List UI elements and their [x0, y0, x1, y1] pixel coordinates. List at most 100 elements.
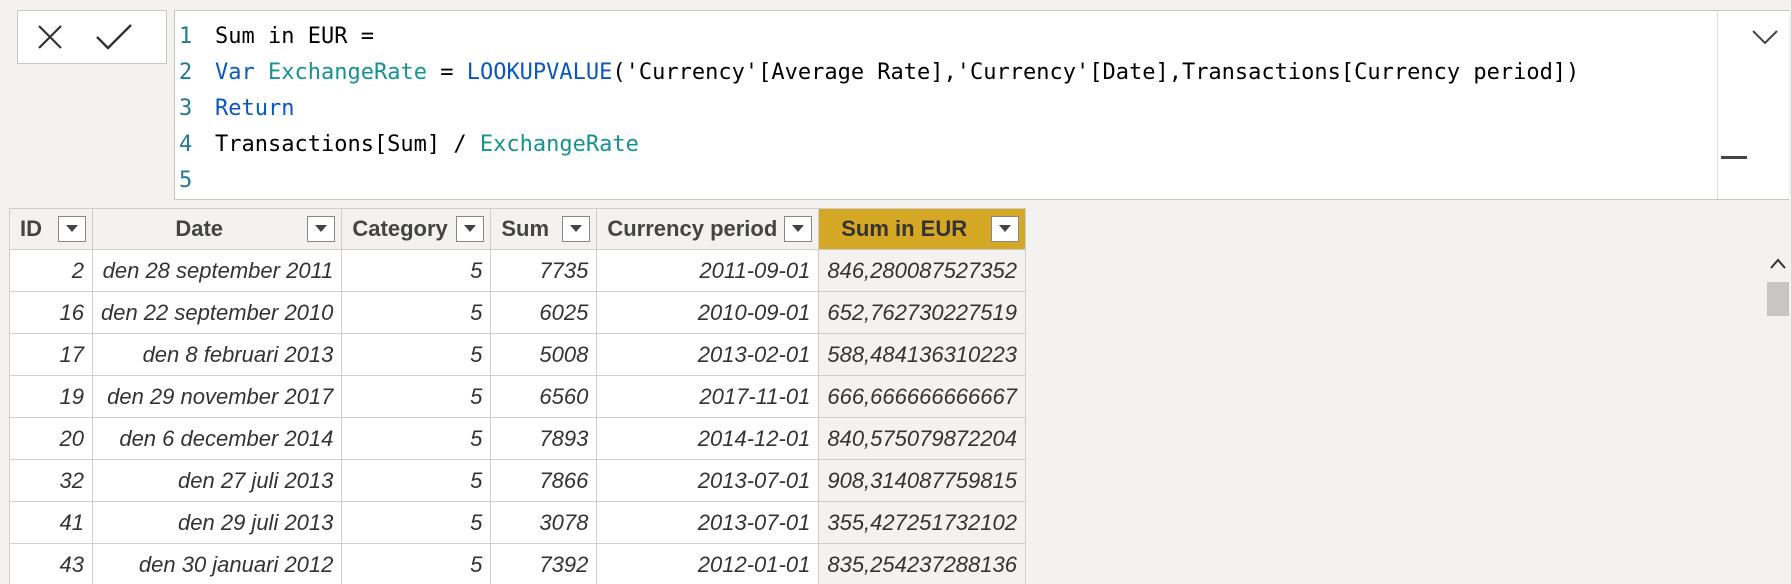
table-cell[interactable]: 7893: [490, 417, 598, 460]
cancel-button[interactable]: [18, 11, 82, 63]
code-line[interactable]: 1 Sum in EUR =: [175, 19, 1579, 55]
scroll-up-button[interactable]: [1769, 256, 1787, 272]
table-cell[interactable]: 5: [341, 291, 492, 334]
code-line[interactable]: 2 Var ExchangeRate = LOOKUPVALUE('Currenc…: [175, 55, 1579, 91]
table-cell[interactable]: den 28 september 2011: [91, 249, 343, 292]
column-header[interactable]: Date: [91, 208, 343, 250]
vertical-scrollbar[interactable]: [1765, 250, 1791, 584]
table-cell[interactable]: den 29 juli 2013: [91, 501, 343, 544]
line-number: 1: [179, 24, 193, 49]
column-header-label: Category: [352, 216, 448, 241]
code-token: Var: [215, 60, 255, 85]
table-cell[interactable]: 7866: [490, 459, 598, 502]
table-row[interactable]: 16 den 22 september 2010 5 6025 2010-09-01 65…: [9, 291, 1026, 334]
table-cell[interactable]: 43: [9, 543, 93, 584]
filter-dropdown-button[interactable]: [456, 216, 485, 242]
table-cell[interactable]: 5: [341, 249, 492, 292]
code-text: Sum in EUR =: [215, 19, 374, 55]
table-cell[interactable]: 2017-11-01: [596, 375, 820, 418]
filter-dropdown-button[interactable]: [307, 216, 336, 242]
table-cell[interactable]: 355,427251732102: [818, 501, 1026, 544]
column-header-label: ID: [20, 216, 42, 241]
table-cell[interactable]: 5008: [490, 333, 598, 376]
editor-scroll-indicator[interactable]: [1721, 156, 1747, 159]
table-cell[interactable]: 846,280087527352: [818, 249, 1026, 292]
check-icon: [96, 24, 132, 50]
table-cell[interactable]: 16: [9, 291, 93, 334]
code-line[interactable]: 3 Return: [175, 91, 1579, 127]
dropdown-arrow-icon: [464, 225, 477, 232]
dropdown-arrow-icon: [65, 225, 78, 232]
table-cell[interactable]: 5: [341, 501, 492, 544]
table-cell[interactable]: 588,484136310223: [818, 333, 1026, 376]
table-cell[interactable]: 17: [9, 333, 93, 376]
commit-button[interactable]: [82, 11, 146, 63]
code-line[interactable]: 5: [175, 163, 1579, 199]
table-cell[interactable]: 6560: [490, 375, 598, 418]
filter-dropdown-button[interactable]: [991, 216, 1019, 242]
table-cell[interactable]: den 30 januari 2012: [91, 543, 343, 584]
table-cell[interactable]: 2010-09-01: [596, 291, 820, 334]
code-lines: 1 Sum in EUR = 2 Var ExchangeRate = LOOKUPV…: [175, 19, 1579, 199]
table-cell[interactable]: 840,575079872204: [818, 417, 1026, 460]
table-cell[interactable]: 666,666666666667: [818, 375, 1026, 418]
table-cell[interactable]: 5: [341, 375, 492, 418]
table-cell[interactable]: 5: [341, 459, 492, 502]
table-cell[interactable]: den 29 november 2017: [91, 375, 343, 418]
table-cell[interactable]: 20: [9, 417, 93, 460]
table-cell[interactable]: 5: [341, 543, 492, 584]
table-cell[interactable]: den 27 juli 2013: [91, 459, 343, 502]
filter-dropdown-button[interactable]: [784, 216, 813, 242]
table-cell[interactable]: 32: [9, 459, 93, 502]
table-body: 2 den 28 september 2011 5 7735 2011-09-01 846…: [9, 249, 1026, 584]
table-cell[interactable]: den 6 december 2014: [91, 417, 343, 460]
table-row[interactable]: 32 den 27 juli 2013 5 7866 2013-07-01 908,314…: [9, 459, 1026, 502]
column-header[interactable]: Category: [341, 208, 492, 250]
column-header[interactable]: Currency period: [596, 208, 820, 250]
dropdown-arrow-icon: [570, 225, 583, 232]
table-row[interactable]: 2 den 28 september 2011 5 7735 2011-09-01 846…: [9, 249, 1026, 292]
scroll-thumb[interactable]: [1767, 282, 1789, 316]
table-cell[interactable]: 2013-02-01: [596, 333, 820, 376]
code-token: ('Currency'[Average Rate],'Currency'[Dat…: [612, 60, 1580, 85]
formula-commit-controls: [17, 10, 167, 64]
dax-formula-editor[interactable]: 1 Sum in EUR = 2 Var ExchangeRate = LOOKUPV…: [174, 10, 1789, 200]
line-number: 5: [179, 168, 193, 193]
code-line[interactable]: 4 Transactions[Sum] / ExchangeRate: [175, 127, 1579, 163]
table-row[interactable]: 20 den 6 december 2014 5 7893 2014-12-01 840,…: [9, 417, 1026, 460]
column-header[interactable]: Sum: [490, 208, 598, 250]
code-token: Sum in EUR =: [215, 24, 374, 49]
table-row[interactable]: 41 den 29 juli 2013 5 3078 2013-07-01 355,427…: [9, 501, 1026, 544]
table-cell[interactable]: den 22 september 2010: [91, 291, 343, 334]
column-header[interactable]: ID: [9, 208, 93, 250]
table-cell[interactable]: den 8 februari 2013: [91, 333, 343, 376]
table-cell[interactable]: 7735: [490, 249, 598, 292]
filter-dropdown-button[interactable]: [562, 216, 591, 242]
table-cell[interactable]: 2011-09-01: [596, 249, 820, 292]
filter-dropdown-button[interactable]: [57, 216, 86, 242]
table-cell[interactable]: 5: [341, 333, 492, 376]
column-header[interactable]: Sum in EUR: [818, 208, 1026, 250]
code-token: ExchangeRate: [268, 60, 427, 85]
table-cell[interactable]: 41: [9, 501, 93, 544]
table-row[interactable]: 19 den 29 november 2017 5 6560 2017-11-01 666…: [9, 375, 1026, 418]
table-cell[interactable]: 2012-01-01: [596, 543, 820, 584]
code-token: Transactions[Sum] /: [215, 132, 480, 157]
table-cell[interactable]: 19: [9, 375, 93, 418]
table-cell[interactable]: 652,762730227519: [818, 291, 1026, 334]
table-cell[interactable]: 3078: [490, 501, 598, 544]
table-cell[interactable]: 2014-12-01: [596, 417, 820, 460]
table-cell[interactable]: 5: [341, 417, 492, 460]
table-cell[interactable]: 2013-07-01: [596, 459, 820, 502]
table-row[interactable]: 17 den 8 februari 2013 5 5008 2013-02-01 588,…: [9, 333, 1026, 376]
table-row[interactable]: 43 den 30 januari 2012 5 7392 2012-01-01 835,…: [9, 543, 1026, 584]
table-cell[interactable]: 6025: [490, 291, 598, 334]
table-cell[interactable]: 2013-07-01: [596, 501, 820, 544]
table-cell[interactable]: 908,314087759815: [818, 459, 1026, 502]
table-cell[interactable]: 835,254237288136: [818, 543, 1026, 584]
table-header-row: ID Date Category Sum Currency period Sum in E…: [9, 208, 1026, 250]
table-cell[interactable]: 7392: [490, 543, 598, 584]
code-token: LOOKUPVALUE: [466, 60, 613, 85]
table-cell[interactable]: 2: [9, 249, 93, 292]
expand-formula-button[interactable]: [1750, 26, 1780, 48]
